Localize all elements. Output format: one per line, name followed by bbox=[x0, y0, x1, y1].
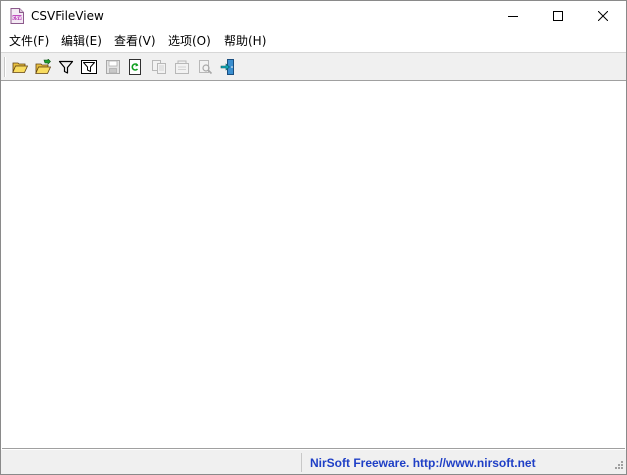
toolbar bbox=[1, 52, 626, 81]
nirsoft-link[interactable]: NirSoft Freeware. http://www.nirsoft.net bbox=[310, 455, 536, 471]
resize-grip-icon[interactable] bbox=[612, 460, 624, 472]
csv-list-view[interactable] bbox=[2, 82, 625, 449]
menu-bar: 文件(F) 编辑(E) 查看(V) 选项(O) 帮助(H) bbox=[1, 31, 626, 51]
filter-icon bbox=[58, 60, 74, 74]
window-title: CSVFileView bbox=[31, 9, 104, 23]
save-button[interactable] bbox=[102, 57, 124, 77]
open-folder-green-icon bbox=[35, 59, 51, 74]
find-button[interactable] bbox=[194, 57, 216, 77]
refresh-icon bbox=[129, 59, 141, 75]
toolbar-grip bbox=[4, 57, 6, 77]
menu-edit[interactable]: 编辑(E) bbox=[61, 33, 102, 49]
refresh-button[interactable] bbox=[124, 57, 146, 77]
properties-icon bbox=[175, 60, 189, 74]
close-button[interactable] bbox=[580, 1, 626, 31]
filter-box-icon bbox=[81, 60, 97, 74]
close-icon bbox=[598, 11, 608, 21]
open-file-button[interactable] bbox=[9, 57, 31, 77]
copy-button[interactable] bbox=[148, 57, 170, 77]
copy-icon bbox=[152, 60, 166, 74]
filter-button[interactable] bbox=[55, 57, 77, 77]
svg-text:CSV: CSV bbox=[13, 15, 23, 20]
csv-file-icon: CSV bbox=[10, 8, 24, 24]
menu-help[interactable]: 帮助(H) bbox=[224, 33, 266, 49]
minimize-button[interactable] bbox=[490, 1, 536, 31]
exit-icon bbox=[220, 59, 234, 75]
status-divider bbox=[301, 453, 302, 472]
menu-view[interactable]: 查看(V) bbox=[114, 33, 156, 49]
save-icon bbox=[106, 60, 120, 74]
status-bar: NirSoft Freeware. http://www.nirsoft.net bbox=[1, 450, 626, 474]
advanced-filter-button[interactable] bbox=[78, 57, 100, 77]
open-folder-icon bbox=[12, 62, 28, 73]
menu-options[interactable]: 选项(O) bbox=[168, 33, 211, 49]
title-bar[interactable]: CSV CSVFileView bbox=[1, 1, 626, 31]
app-window: CSV CSVFileView 文件(F) 编辑(E) 查看(V) 选项(O) … bbox=[0, 0, 627, 475]
exit-button[interactable] bbox=[217, 57, 239, 77]
maximize-button[interactable] bbox=[535, 1, 581, 31]
maximize-icon bbox=[553, 11, 563, 21]
minimize-icon bbox=[508, 16, 518, 17]
find-icon bbox=[199, 60, 213, 75]
properties-button[interactable] bbox=[171, 57, 193, 77]
open-folder-button[interactable] bbox=[32, 57, 54, 77]
menu-file[interactable]: 文件(F) bbox=[9, 33, 49, 49]
